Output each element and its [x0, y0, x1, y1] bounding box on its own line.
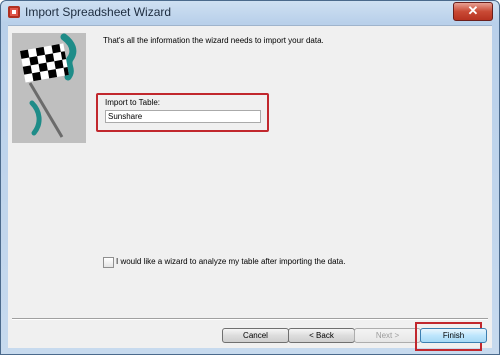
footer-divider [12, 318, 488, 320]
analyze-checkbox-label[interactable]: I would like a wizard to analyze my tabl… [116, 257, 345, 266]
window-title: Import Spreadsheet Wizard [25, 5, 172, 19]
intro-text: That's all the information the wizard ne… [103, 36, 324, 45]
title-bar[interactable]: Import Spreadsheet Wizard ✕ [1, 1, 499, 23]
wizard-window: Import Spreadsheet Wizard ✕ That's all t… [0, 0, 500, 355]
cancel-button[interactable]: Cancel [222, 328, 289, 343]
checkered-flag-icon [12, 33, 86, 143]
analyze-checkbox[interactable] [103, 257, 114, 268]
finish-button[interactable]: Finish [420, 328, 487, 343]
import-to-table-group: Import to Table: Sunshare [96, 93, 269, 132]
next-button[interactable]: Next > [354, 328, 421, 343]
import-to-table-label: Import to Table: [105, 98, 160, 107]
app-icon [8, 6, 20, 18]
close-icon: ✕ [467, 3, 479, 18]
back-button[interactable]: < Back [288, 328, 355, 343]
wizard-body: That's all the information the wizard ne… [8, 25, 492, 351]
close-button[interactable]: ✕ [453, 2, 493, 21]
table-name-input[interactable]: Sunshare [105, 110, 261, 123]
